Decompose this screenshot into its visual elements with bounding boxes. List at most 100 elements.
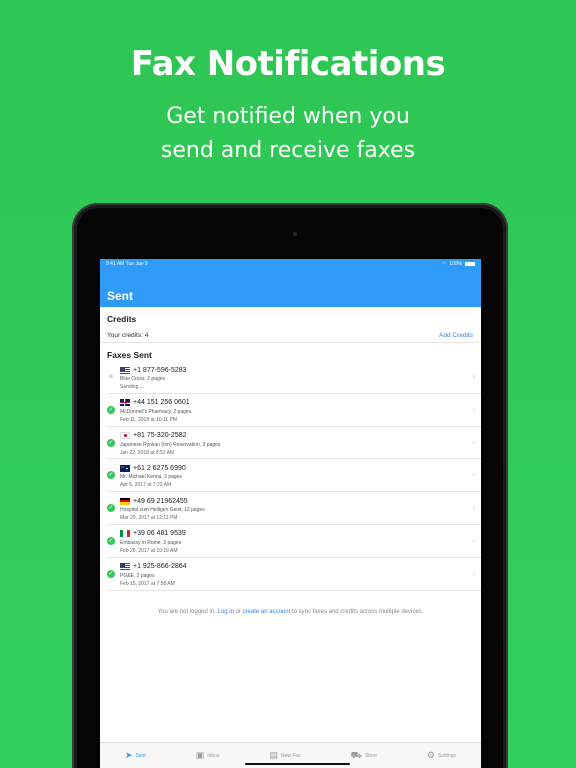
fax-row[interactable]: ✓ +1 925-866-2864 PG&E, 2 pages Feb 15, 201… xyxy=(107,558,481,591)
fax-details: +49 69 21962455 Hospital zum Heiligen Gei… xyxy=(120,496,461,522)
login-note: You are not logged in. Log in or create … xyxy=(100,609,481,615)
fax-details: +81 75-320-2582 Japanese Ryokan (Inn) Res… xyxy=(120,431,461,457)
fax-row[interactable]: ✓ +44 151 256 0601 McDonnell's Pharmacy, 2… xyxy=(107,394,481,427)
fax-recipient: Blue Cross, 2 pages xyxy=(120,376,166,382)
fax-details: +1 925-866-2864 PG&E, 2 pages Feb 15, 2017… xyxy=(120,562,461,588)
inbox-icon: ▣ xyxy=(195,750,205,760)
fax-details: +1 877-596-5283 Blue Cross, 2 pages Sendin… xyxy=(120,365,461,391)
checkmark-icon: ✓ xyxy=(107,471,115,480)
fax-row[interactable]: ✳ +1 877-596-5283 Blue Cross, 2 pages Sendi… xyxy=(107,361,481,394)
paper-plane-icon: ➤ xyxy=(124,750,133,760)
chevron-right-icon: › xyxy=(472,404,475,414)
credits-count: Your credits: 4 xyxy=(107,332,149,339)
fax-date: Sending ... xyxy=(120,384,144,390)
status-time: 9:41 AM Tue Jan 9 xyxy=(106,261,148,267)
checkmark-icon: ✓ xyxy=(107,438,115,447)
fax-number: +39 06 481 9539 xyxy=(133,530,186,538)
status-indicators: ◠ 100% xyxy=(442,261,475,267)
fax-recipient: Japanese Ryokan (Inn) Reservation, 3 pag… xyxy=(120,441,221,448)
promo-subline: Get notified when you send and receive f… xyxy=(0,100,576,168)
faxes-section-title: Faxes Sent xyxy=(107,350,152,360)
fax-date: Apr 6, 2017 at 7:22 AM xyxy=(120,482,172,489)
fax-line: +1 877-596-5283 xyxy=(120,365,461,375)
login-link[interactable]: Log in xyxy=(218,609,234,615)
flag-it-icon xyxy=(120,530,130,538)
login-note-suffix: to sync faxes and credits across multipl… xyxy=(291,608,424,615)
fax-row[interactable]: ✓ +61 2 6275 6990 Mr. Michael Kenna, 2 pag… xyxy=(107,459,481,493)
fax-details: +61 2 6275 6990 Mr. Michael Kenna, 2 page… xyxy=(120,463,461,489)
spinner-icon: ✳ xyxy=(107,372,115,381)
chevron-right-icon: › xyxy=(472,470,475,480)
navigation-bar: 9:41 AM Tue Jan 9 ◠ 100% Sent xyxy=(100,259,481,307)
fax-row[interactable]: ✓ +49 69 21962455 Hospital zum Heiligen Ge… xyxy=(107,492,481,525)
fax-recipient: Mr. Michael Kenna, 2 pages xyxy=(120,474,182,481)
cart-icon: ⛟ xyxy=(350,750,362,760)
fax-date: Mar 20, 2017 at 12:11 PM xyxy=(120,515,178,522)
promo-subline-line-2: send and receive faxes xyxy=(160,138,416,163)
fax-line: +39 06 481 9539 xyxy=(120,529,461,539)
flag-us-icon xyxy=(120,366,130,374)
tab-settings[interactable]: ⚙ Settings xyxy=(427,751,456,760)
tab-label: Store xyxy=(364,752,377,759)
fax-details: +44 151 256 0601 McDonnell's Pharmacy, 2 … xyxy=(120,398,461,424)
fax-date: Feb 26, 2017 at 10:19 AM xyxy=(120,547,178,554)
fax-number: +49 69 21962455 xyxy=(133,497,188,505)
credits-section-title: Credits xyxy=(107,314,137,324)
fax-number: +61 2 6275 6990 xyxy=(133,464,186,472)
flag-us-icon xyxy=(120,563,130,571)
chevron-right-icon: › xyxy=(472,372,475,381)
fax-recipient: McDonnell's Pharmacy, 2 pages xyxy=(120,408,192,415)
page-title: Sent xyxy=(107,289,134,303)
credits-row: Your credits: 4 Add Credits xyxy=(100,329,481,343)
battery-icon xyxy=(465,262,475,266)
gear-icon: ⚙ xyxy=(426,750,435,760)
fax-number: +44 151 256 0601 xyxy=(133,399,190,407)
tab-store[interactable]: ⛟ Store xyxy=(351,751,377,760)
wifi-icon: ◠ xyxy=(441,261,447,267)
fax-number: +1 877-596-5283 xyxy=(133,366,187,374)
tab-label: Sent xyxy=(135,752,146,759)
login-note-prefix: You are not logged in. xyxy=(157,608,216,615)
fax-row[interactable]: ✓ +81 75-320-2582 Japanese Ryokan (Inn) Re… xyxy=(107,427,481,460)
tab-inbox[interactable]: ▣ Inbox xyxy=(196,751,220,760)
chevron-right-icon: › xyxy=(472,568,475,578)
fax-date: Jan 22, 2018 at 8:52 AM xyxy=(120,449,175,456)
chevron-right-icon: › xyxy=(472,503,475,513)
fax-date: Feb 11, 2018 at 10:11 PM xyxy=(120,416,178,423)
home-indicator xyxy=(245,763,350,765)
fax-row[interactable]: ✓ +39 06 481 9539 Embassy in Rome, 2 pages… xyxy=(107,525,481,558)
fax-line: +81 75-320-2582 xyxy=(120,431,461,441)
document-icon: ▤ xyxy=(269,750,278,760)
fax-number: +1 925-866-2864 xyxy=(133,563,187,571)
fax-line: +49 69 21962455 xyxy=(120,496,461,506)
fax-recipient: Embassy in Rome, 2 pages xyxy=(120,539,182,546)
chevron-right-icon: › xyxy=(472,437,475,447)
fax-line: +61 2 6275 6990 xyxy=(120,463,461,473)
checkmark-icon: ✓ xyxy=(107,536,115,545)
flag-gb-icon xyxy=(120,399,130,407)
tab-sent[interactable]: ➤ Sent xyxy=(125,751,146,760)
tab-new-fax[interactable]: ▤ New Fax xyxy=(269,751,300,760)
promo-headline: Fax Notifications xyxy=(130,44,446,84)
add-credits-button[interactable]: Add Credits xyxy=(439,332,473,339)
login-note-or: or xyxy=(235,608,241,615)
fax-recipient: PG&E, 2 pages xyxy=(120,572,155,579)
camera-dot xyxy=(293,232,297,236)
battery-percent: 100% xyxy=(449,261,462,267)
fax-line: +1 925-866-2864 xyxy=(120,562,461,572)
checkmark-icon: ✓ xyxy=(107,405,115,414)
promo-subline-line-1: Get notified when you xyxy=(166,104,410,129)
fax-date: Feb 15, 2017 at 7:58 AM xyxy=(120,580,175,587)
tab-label: Settings xyxy=(437,752,456,759)
fax-number: +81 75-320-2582 xyxy=(133,432,187,440)
fax-details: +39 06 481 9539 Embassy in Rome, 2 pages F… xyxy=(120,529,461,555)
flag-jp-icon xyxy=(120,432,130,440)
tab-label: New Fax xyxy=(280,752,301,759)
chevron-right-icon: › xyxy=(472,535,475,545)
create-account-link[interactable]: create an account xyxy=(243,609,291,615)
flag-au-icon xyxy=(120,464,130,472)
fax-line: +44 151 256 0601 xyxy=(120,398,461,408)
app-screen: 9:41 AM Tue Jan 9 ◠ 100% Sent Credits Yo… xyxy=(100,259,481,768)
flag-de-icon xyxy=(120,497,130,505)
fax-recipient: Hospital zum Heiligen Geist, 12 pages xyxy=(120,507,205,514)
